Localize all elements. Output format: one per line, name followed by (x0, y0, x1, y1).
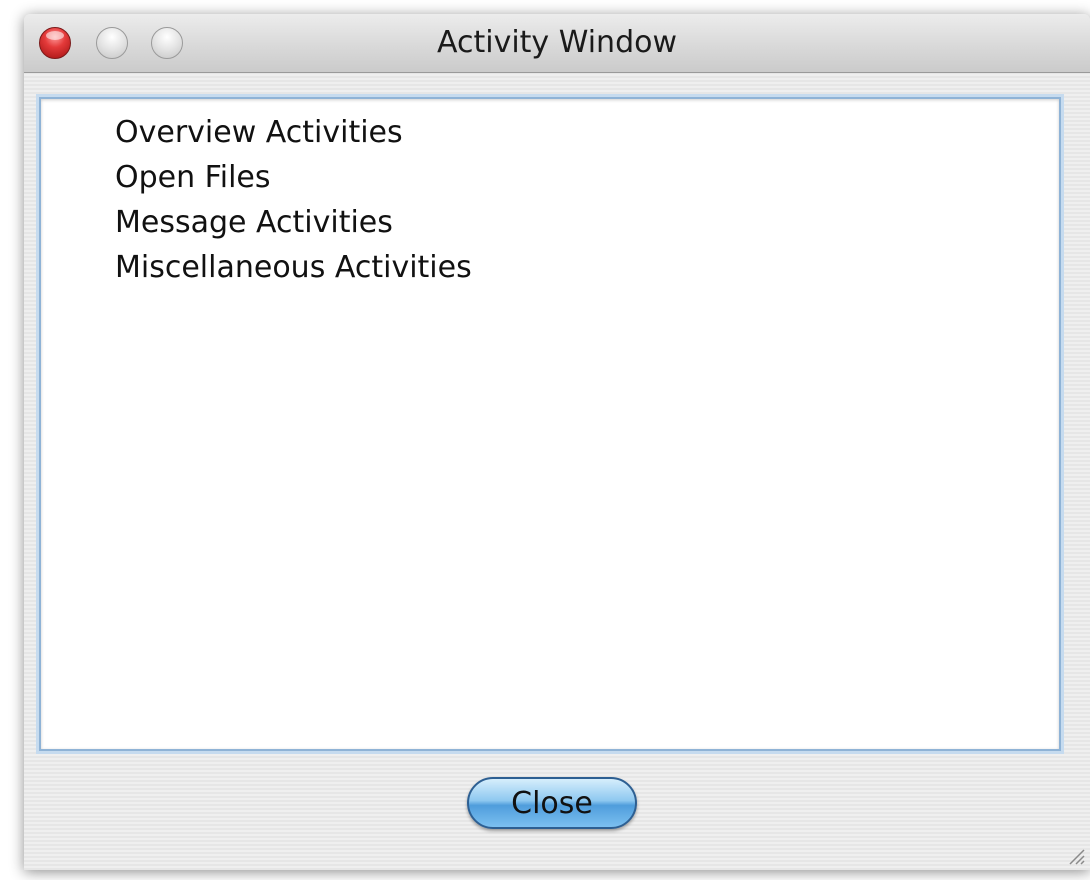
title-bar[interactable]: Activity Window (24, 14, 1090, 73)
activity-window: Activity Window Overview Activities Open… (24, 14, 1090, 870)
window-title: Activity Window (436, 25, 677, 60)
resize-grip-icon[interactable] (1064, 844, 1086, 866)
list-item[interactable]: Message Activities (115, 200, 472, 245)
list-item[interactable]: Overview Activities (115, 110, 472, 155)
list-item[interactable]: Miscellaneous Activities (115, 245, 472, 290)
list-item[interactable]: Open Files (115, 155, 472, 200)
activity-list-items: Overview Activities Open Files Message A… (115, 110, 472, 290)
activity-list[interactable]: Overview Activities Open Files Message A… (39, 97, 1061, 751)
close-button[interactable]: Close (467, 777, 637, 829)
